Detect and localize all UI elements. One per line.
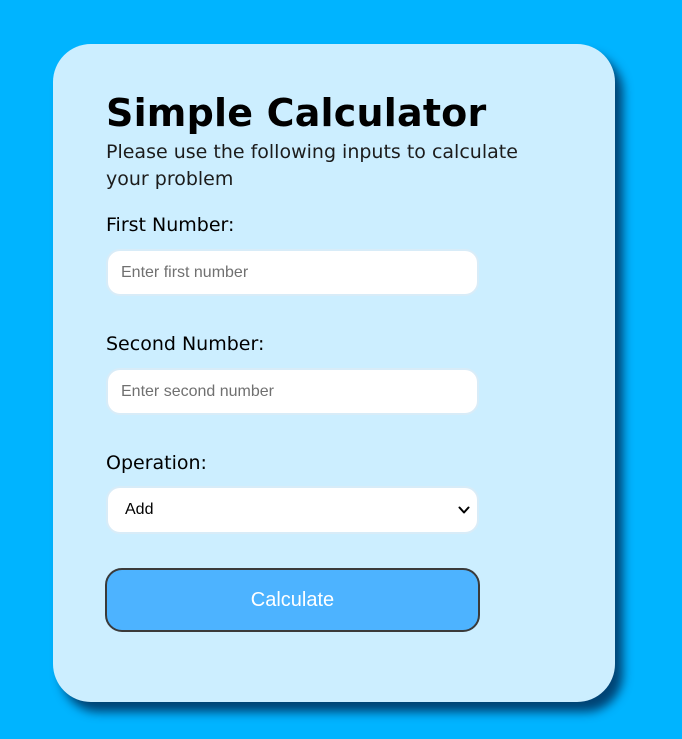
page-title: Simple Calculator <box>106 91 487 135</box>
second-number-label: Second Number: <box>106 333 265 355</box>
operation-selected-value: Add <box>125 501 154 518</box>
second-number-input[interactable] <box>106 368 479 415</box>
page-subtitle: Please use the following inputs to calcu… <box>106 141 518 190</box>
calculator-card: Simple Calculator Please use the followi… <box>53 44 615 702</box>
operation-label: Operation: <box>106 452 207 474</box>
operation-select[interactable]: Add <box>106 486 479 534</box>
chevron-down-icon <box>458 506 470 514</box>
calculate-button[interactable]: Calculate <box>105 568 480 632</box>
first-number-label: First Number: <box>106 214 235 236</box>
first-number-input[interactable] <box>106 249 479 296</box>
